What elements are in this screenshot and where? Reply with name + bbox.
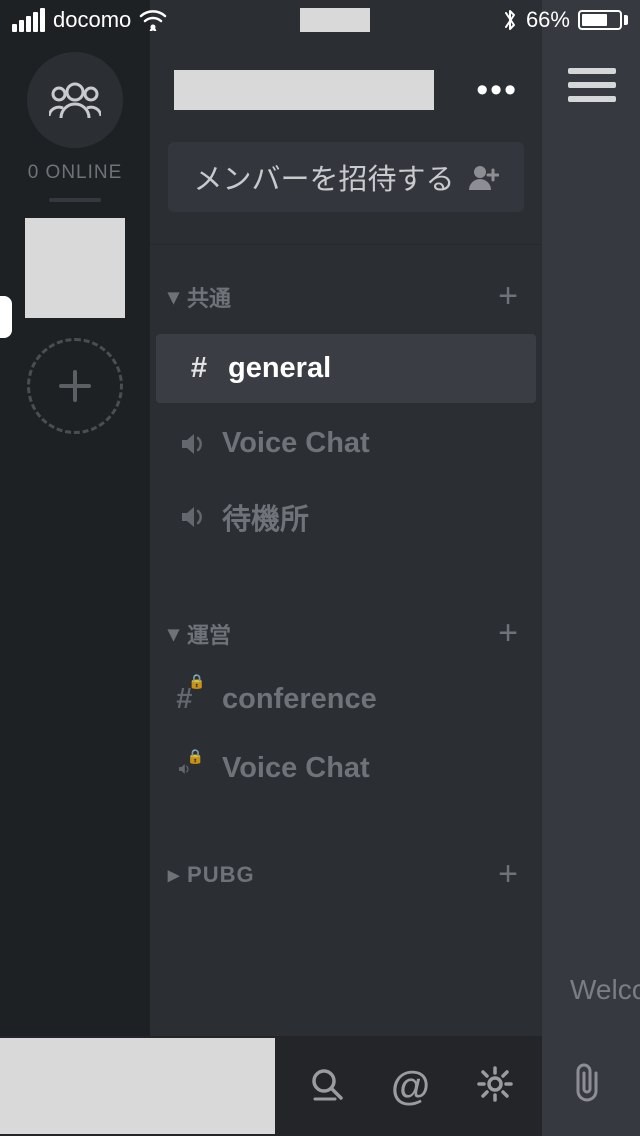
category-label: 共通: [187, 281, 231, 313]
friends-button[interactable]: [27, 52, 123, 148]
attach-button[interactable]: [570, 1061, 604, 1108]
battery-percent: 66%: [526, 7, 570, 33]
add-channel-button[interactable]: +: [498, 614, 518, 653]
welcome-text: Welco: [570, 974, 640, 1006]
mentions-button[interactable]: @: [391, 1064, 430, 1109]
add-channel-button[interactable]: +: [498, 855, 518, 894]
online-count: 0 ONLINE: [28, 162, 123, 184]
text-channel-locked[interactable]: #🔒 conference: [150, 665, 542, 734]
settings-button[interactable]: [476, 1065, 514, 1108]
category-header[interactable]: ▾ 共通 +: [150, 265, 542, 328]
add-channel-button[interactable]: +: [498, 277, 518, 316]
invite-members-button[interactable]: メンバーを招待する: [168, 142, 524, 212]
server-header[interactable]: •••: [150, 52, 542, 142]
lock-icon: 🔒: [188, 673, 205, 706]
search-icon: [309, 1066, 345, 1102]
channel-panel: ••• メンバーを招待する ▾ 共通 + # general Voice Cha…: [150, 0, 542, 1036]
speaker-icon: [178, 433, 208, 455]
voice-channel[interactable]: Voice Chat: [150, 409, 542, 478]
gear-icon: [476, 1065, 514, 1103]
friends-icon: [49, 80, 101, 120]
add-user-icon: [469, 164, 499, 190]
time-redacted: [300, 8, 370, 32]
user-info-redacted[interactable]: [0, 1038, 275, 1134]
chevron-down-icon: ▾: [168, 284, 179, 310]
text-channel-general[interactable]: # general: [156, 334, 536, 403]
add-server-button[interactable]: [27, 338, 123, 434]
menu-button[interactable]: [568, 68, 616, 102]
status-bar: docomo 66%: [0, 0, 640, 40]
invite-label: メンバーを招待する: [193, 156, 454, 198]
channel-label: conference: [222, 683, 377, 716]
category-label: 運営: [187, 618, 231, 650]
channel-label: general: [228, 352, 331, 385]
carrier-label: docomo: [53, 7, 131, 33]
chat-area: Welco: [542, 0, 640, 1136]
paperclip-icon: [570, 1061, 604, 1103]
lock-icon: 🔒: [187, 748, 204, 770]
channel-label: Voice Chat: [222, 427, 370, 460]
server-icon[interactable]: [25, 218, 125, 318]
cell-signal-icon: [12, 8, 45, 32]
voice-channel-locked[interactable]: 🔒 Voice Chat: [150, 734, 542, 803]
server-name-redacted: [174, 70, 434, 110]
user-bar: @: [0, 1036, 542, 1136]
server-rail: 0 ONLINE: [0, 0, 150, 1036]
plus-icon: [55, 366, 95, 406]
category-header[interactable]: ▸ PUBG +: [150, 843, 542, 906]
wifi-icon: [139, 9, 167, 31]
channel-label: Voice Chat: [222, 752, 370, 785]
chevron-right-icon: ▸: [168, 862, 179, 888]
hash-icon: #: [184, 352, 214, 385]
chevron-down-icon: ▾: [168, 621, 179, 647]
server-more-icon[interactable]: •••: [476, 71, 518, 110]
server-selection-indicator: [0, 296, 12, 338]
server-divider: [49, 198, 101, 202]
hash-icon: #🔒: [178, 683, 208, 716]
battery-icon: [578, 10, 628, 30]
speaker-icon: 🔒: [178, 758, 208, 780]
channel-label: 待機所: [222, 496, 309, 538]
voice-channel[interactable]: 待機所: [150, 478, 542, 556]
speaker-icon: [178, 506, 208, 528]
search-button[interactable]: [309, 1066, 345, 1107]
category-label: PUBG: [187, 862, 255, 888]
channel-list: ▾ 共通 + # general Voice Chat 待機所 ▾: [150, 244, 542, 1036]
bluetooth-icon: [502, 7, 518, 33]
category-header[interactable]: ▾ 運営 +: [150, 602, 542, 665]
